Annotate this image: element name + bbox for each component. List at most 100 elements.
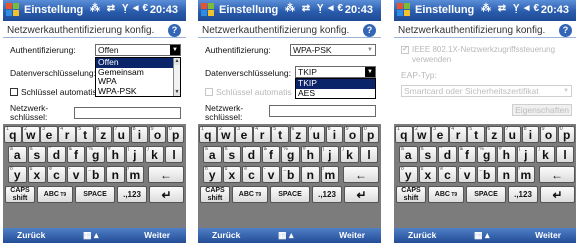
clock[interactable]: 20:43 bbox=[541, 4, 569, 16]
network-key-field[interactable] bbox=[269, 105, 376, 117]
key-s[interactable]: ßs bbox=[27, 146, 47, 163]
auto-key-checkbox[interactable] bbox=[205, 88, 213, 96]
chevron-down-icon[interactable]: ▼ bbox=[365, 67, 375, 77]
enter-key[interactable]: ↵ bbox=[149, 186, 184, 203]
help-icon[interactable]: ? bbox=[363, 24, 376, 37]
key-h[interactable]: # h bbox=[497, 146, 516, 163]
key-w[interactable]: 2w bbox=[413, 126, 431, 143]
clock[interactable]: 20:43 bbox=[345, 4, 373, 16]
key-f[interactable]: & f bbox=[261, 146, 281, 163]
status-icons[interactable]: ⁂ ⇄ Ỵ◄€ bbox=[90, 3, 150, 14]
key-y[interactable]: öy bbox=[8, 166, 27, 183]
backspace-key[interactable]: ← bbox=[539, 166, 575, 183]
auth-option[interactable]: WPA-PSK bbox=[96, 86, 180, 97]
keyboard-icon[interactable]: ▦ ▴ bbox=[83, 230, 99, 241]
caps-shift-key[interactable]: CAPS shift bbox=[5, 186, 35, 203]
help-icon[interactable]: ? bbox=[559, 24, 572, 37]
key-x[interactable]: üx bbox=[418, 166, 438, 183]
key-l[interactable]: ' l bbox=[359, 146, 379, 163]
clock[interactable]: 20:43 bbox=[150, 4, 178, 16]
key-g[interactable]: % g bbox=[86, 146, 105, 163]
key-l[interactable]: ' l bbox=[555, 146, 575, 163]
key-n[interactable]: " n bbox=[106, 166, 125, 183]
auth-options-list[interactable]: Offen Gemeinsam WPA WPA-PSK ▲ ▼ bbox=[95, 57, 181, 97]
key-t[interactable]: 5t bbox=[467, 126, 485, 143]
key-q[interactable]: 1q bbox=[199, 126, 217, 143]
list-scrollbar[interactable]: ▲ ▼ bbox=[173, 58, 180, 96]
key-g[interactable]: % g bbox=[281, 146, 300, 163]
space-key[interactable]: SPACE bbox=[75, 186, 115, 203]
key-z[interactable]: 6z bbox=[289, 126, 307, 143]
backspace-key[interactable]: ← bbox=[343, 166, 379, 183]
key-c[interactable]: ẽc bbox=[47, 166, 66, 183]
key-a[interactable]: äa bbox=[203, 146, 222, 163]
key-e[interactable]: 3e bbox=[431, 126, 449, 143]
key-e[interactable]: 3e bbox=[235, 126, 253, 143]
key-i[interactable]: 8i bbox=[521, 126, 540, 143]
caps-shift-key[interactable]: CAPS shift bbox=[200, 186, 230, 203]
auth-dropdown[interactable]: WPA-PSK ▼ bbox=[290, 44, 376, 56]
scroll-up-icon[interactable]: ▲ bbox=[174, 58, 180, 65]
key-l[interactable]: ' l bbox=[164, 146, 184, 163]
key-f[interactable]: & f bbox=[66, 146, 86, 163]
network-key-field[interactable] bbox=[74, 107, 181, 119]
key-z[interactable]: 6z bbox=[94, 126, 112, 143]
key-k[interactable]: ) k bbox=[340, 146, 359, 163]
key-i[interactable]: 8i bbox=[325, 126, 344, 143]
key-p[interactable]: 0p bbox=[166, 126, 185, 143]
key-y[interactable]: öy bbox=[399, 166, 418, 183]
next-softkey[interactable]: Weiter bbox=[339, 230, 365, 240]
eap-dropdown[interactable]: Smartcard oder Sicherheitszertifikat ▼ bbox=[401, 85, 572, 97]
key-w[interactable]: 2w bbox=[217, 126, 235, 143]
key-e[interactable]: 3e bbox=[40, 126, 58, 143]
key-r[interactable]: 4r bbox=[449, 126, 467, 143]
key-c[interactable]: ẽc bbox=[242, 166, 261, 183]
key-o[interactable]: 9o bbox=[343, 126, 362, 143]
key-x[interactable]: üx bbox=[27, 166, 47, 183]
keyboard-icon[interactable]: ▦ ▴ bbox=[474, 230, 490, 241]
key-m[interactable]: / m bbox=[320, 166, 340, 183]
key-i[interactable]: 8i bbox=[130, 126, 149, 143]
help-icon[interactable]: ? bbox=[168, 24, 181, 37]
key-v[interactable]: -v bbox=[457, 166, 477, 183]
key-o[interactable]: 9o bbox=[148, 126, 167, 143]
key-x[interactable]: üx bbox=[222, 166, 242, 183]
start-icon[interactable] bbox=[201, 3, 215, 17]
key-s[interactable]: ßs bbox=[418, 146, 438, 163]
key-h[interactable]: # h bbox=[301, 146, 320, 163]
key-d[interactable]: * d bbox=[242, 146, 261, 163]
key-z[interactable]: 6z bbox=[485, 126, 503, 143]
abc-t9-key[interactable]: ABC T9 bbox=[232, 186, 268, 203]
encryption-dropdown[interactable]: TKIP ▼ bbox=[295, 66, 376, 78]
encryption-options-list[interactable]: TKIP AES bbox=[295, 78, 376, 99]
key-d[interactable]: * d bbox=[47, 146, 66, 163]
encryption-option[interactable]: AES bbox=[296, 88, 375, 99]
key-q[interactable]: 1q bbox=[4, 126, 22, 143]
key-y[interactable]: öy bbox=[203, 166, 222, 183]
abc-t9-key[interactable]: ABC T9 bbox=[428, 186, 464, 203]
key-r[interactable]: 4r bbox=[253, 126, 271, 143]
key-f[interactable]: & f bbox=[457, 146, 477, 163]
space-key[interactable]: SPACE bbox=[466, 186, 506, 203]
key-b[interactable]: _ b bbox=[477, 166, 496, 183]
chevron-down-icon[interactable]: ▼ bbox=[170, 45, 180, 55]
key-q[interactable]: 1q bbox=[395, 126, 413, 143]
ieee-checkbox[interactable] bbox=[401, 44, 409, 54]
numbers-key[interactable]: .,123 bbox=[312, 186, 342, 203]
auth-dropdown[interactable]: Offen ▼ bbox=[95, 44, 181, 56]
space-key[interactable]: SPACE bbox=[270, 186, 310, 203]
key-p[interactable]: 0p bbox=[361, 126, 380, 143]
key-h[interactable]: # h bbox=[106, 146, 125, 163]
status-icons[interactable]: ⁂ ⇄ Ỵ◄€ bbox=[285, 3, 345, 14]
key-a[interactable]: äa bbox=[8, 146, 27, 163]
numbers-key[interactable]: .,123 bbox=[117, 186, 147, 203]
key-w[interactable]: 2w bbox=[22, 126, 40, 143]
key-v[interactable]: -v bbox=[66, 166, 86, 183]
enter-key[interactable]: ↵ bbox=[344, 186, 379, 203]
key-n[interactable]: " n bbox=[497, 166, 516, 183]
key-k[interactable]: ) k bbox=[145, 146, 164, 163]
auto-key-checkbox[interactable] bbox=[10, 88, 18, 96]
key-a[interactable]: äa bbox=[399, 146, 418, 163]
chevron-down-icon[interactable]: ▼ bbox=[365, 45, 375, 55]
back-softkey[interactable]: Zurück bbox=[408, 230, 436, 240]
